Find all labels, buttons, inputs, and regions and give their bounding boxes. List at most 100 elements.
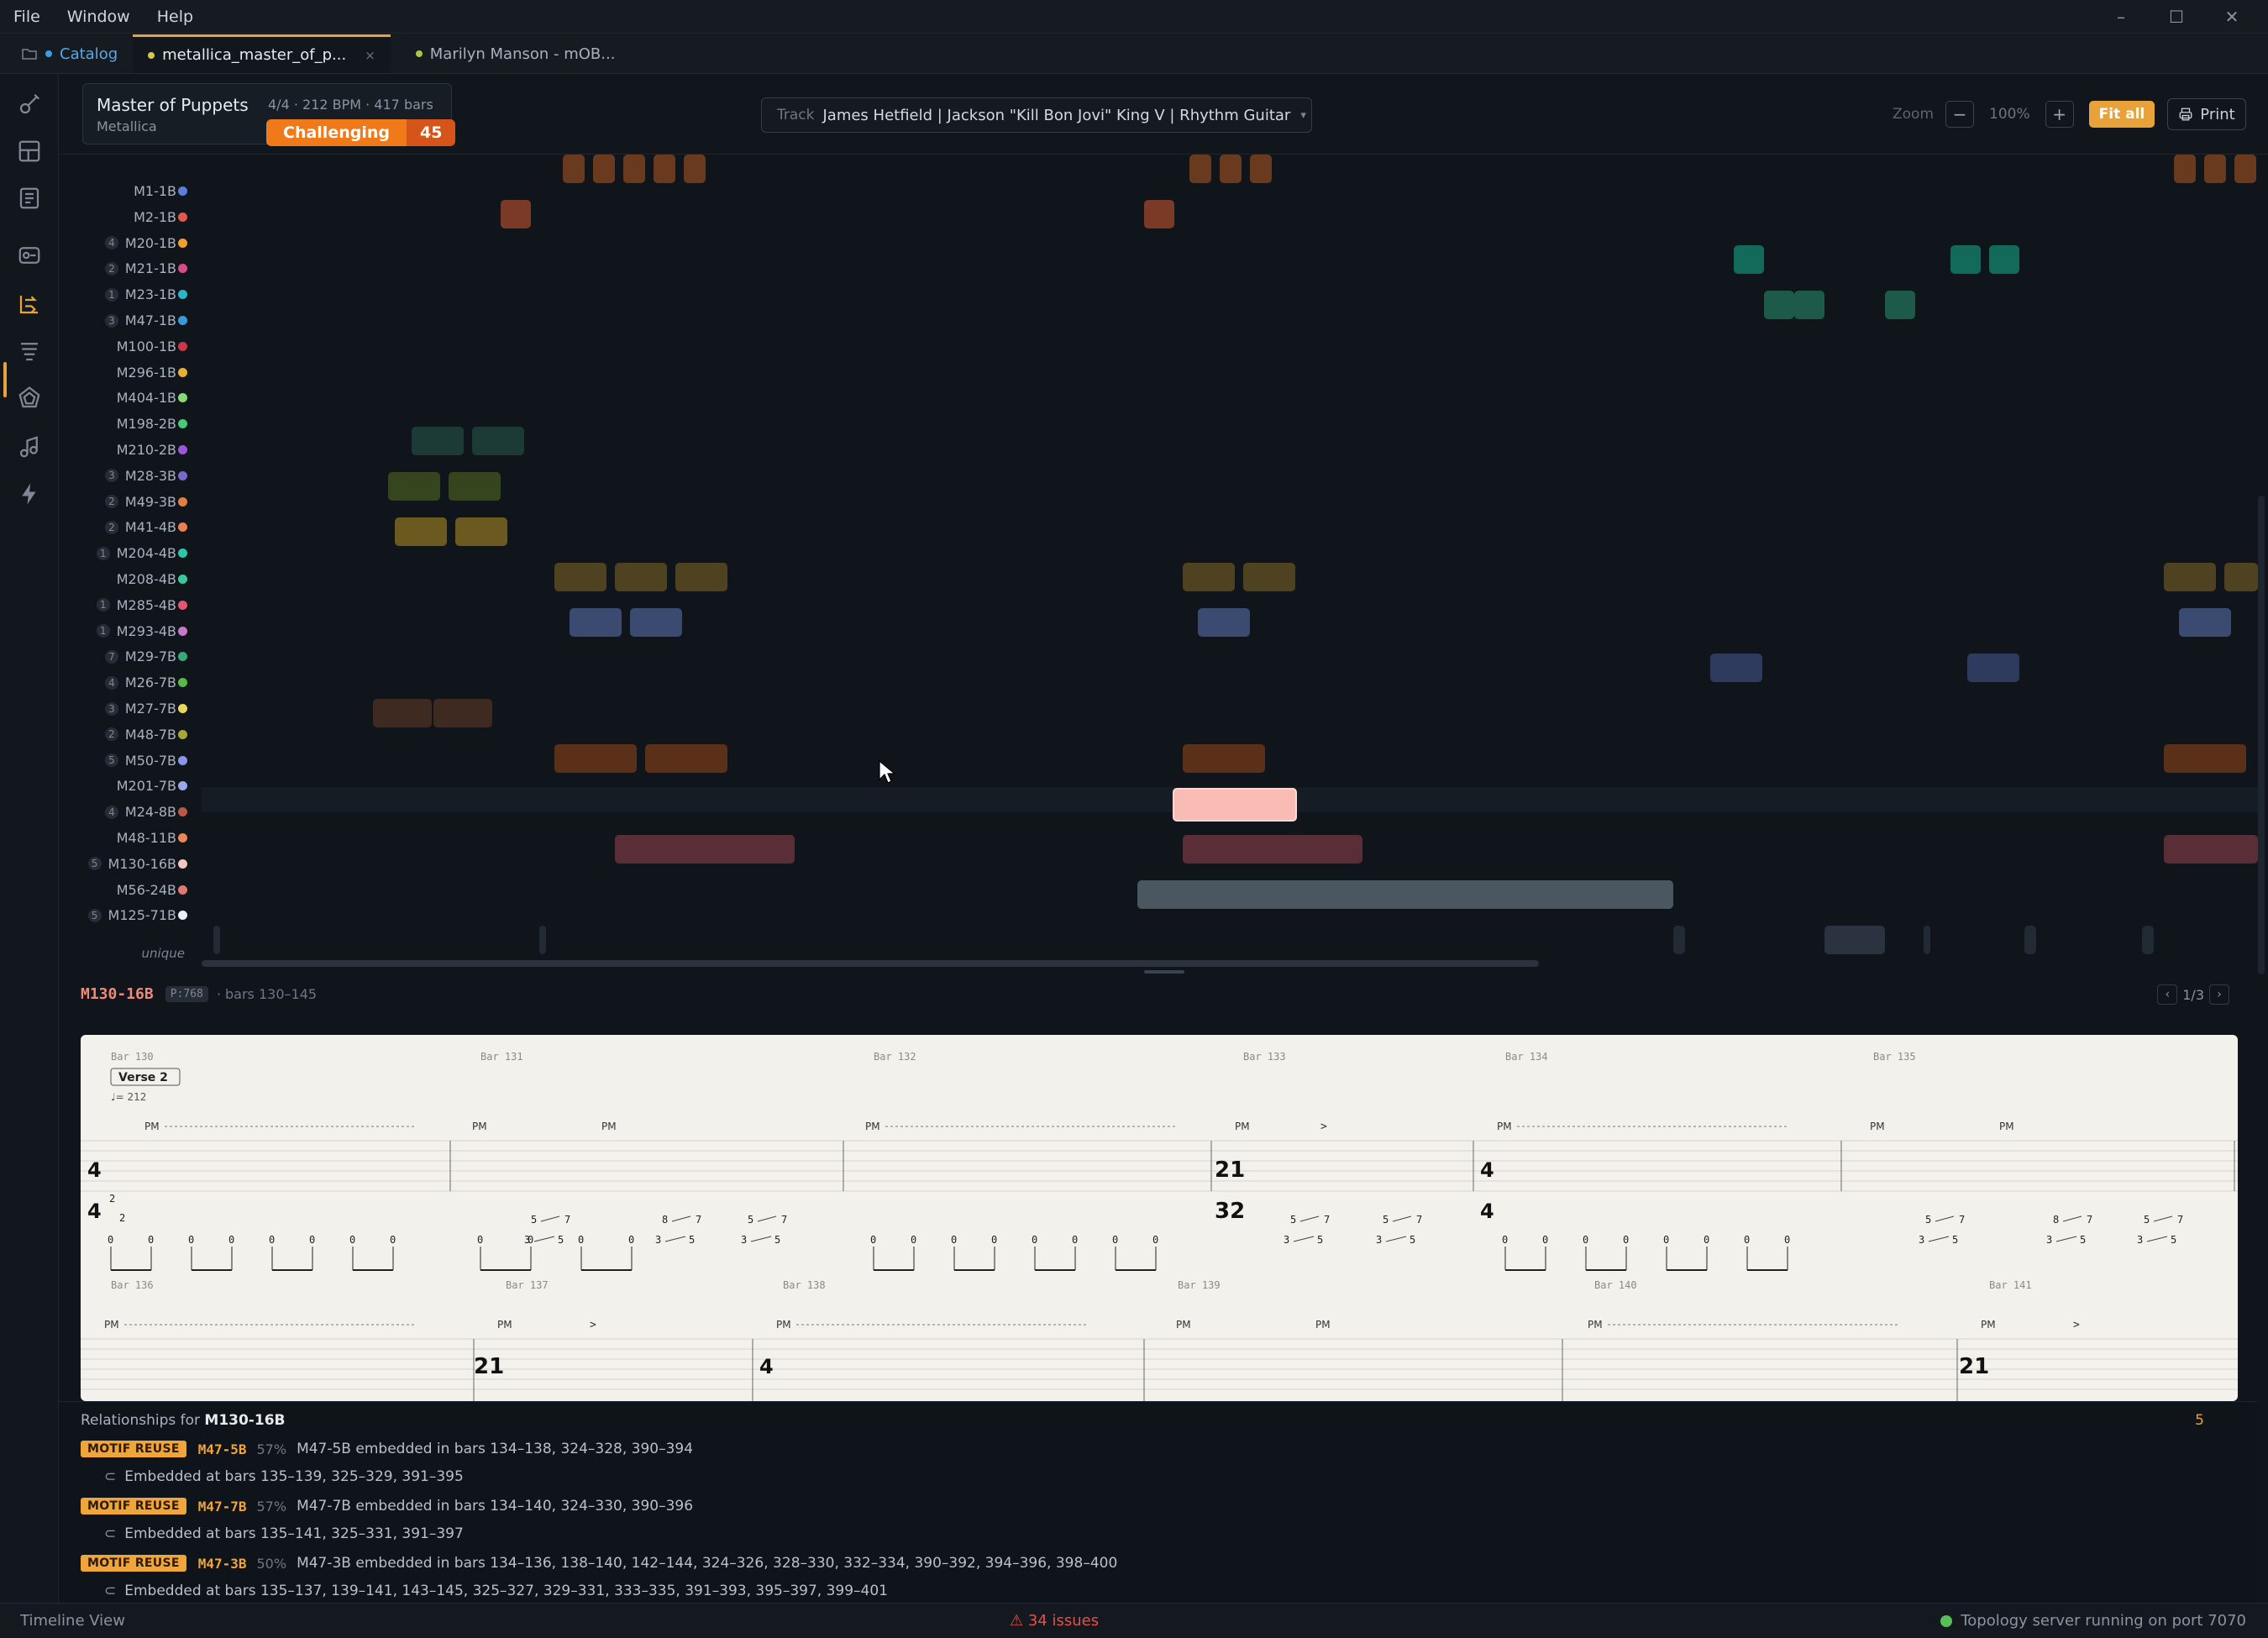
prev-occurrence-button[interactable]: ‹ xyxy=(2157,984,2178,1005)
motif-block[interactable] xyxy=(1220,155,1242,183)
motif-row-label[interactable]: M2-1B xyxy=(59,204,176,230)
motif-block[interactable] xyxy=(1764,291,1794,319)
tab-marilyn-manson[interactable]: Marilyn Manson - mOB... xyxy=(401,34,631,73)
menu-help[interactable]: Help xyxy=(144,0,207,34)
motif-block[interactable] xyxy=(1189,155,1211,183)
motif-block[interactable] xyxy=(412,427,464,455)
motif-row-label[interactable]: 5 M125-71B xyxy=(59,902,176,928)
horizontal-scrollbar[interactable] xyxy=(202,960,1539,967)
relationship-motif-id[interactable]: M47-5B xyxy=(198,1441,247,1457)
rail-bolt-icon[interactable] xyxy=(13,477,46,511)
motif-block[interactable] xyxy=(570,608,622,637)
motif-block[interactable] xyxy=(615,563,667,591)
motif-row-label[interactable]: 4 M24-8B xyxy=(59,799,176,825)
tab-close-icon[interactable]: × xyxy=(365,48,375,63)
motif-block[interactable] xyxy=(1183,835,1362,864)
panel-splitter-handle[interactable] xyxy=(1144,970,1184,974)
motif-row-label[interactable]: M1-1B xyxy=(59,178,176,204)
rail-radar-icon[interactable] xyxy=(13,381,46,415)
motif-block[interactable] xyxy=(1967,654,2019,682)
relationship-item[interactable]: MOTIF REUSE M47-5B 57% M47-5B embedded i… xyxy=(81,1437,693,1461)
motif-row-label[interactable]: M201-7B xyxy=(59,773,176,799)
motif-block[interactable] xyxy=(373,699,432,727)
relationship-motif-id[interactable]: M47-7B xyxy=(198,1499,247,1515)
motif-row-label[interactable]: 2 M48-7B xyxy=(59,722,176,748)
motif-row-label[interactable]: M56-24B xyxy=(59,877,176,903)
close-window-button[interactable]: ✕ xyxy=(2204,7,2260,27)
print-button[interactable]: Print xyxy=(2167,98,2246,130)
menu-file[interactable]: File xyxy=(0,0,54,34)
motif-block[interactable] xyxy=(1794,291,1824,319)
rail-timeline-icon[interactable] xyxy=(13,287,46,321)
motif-row-label[interactable]: 1 M285-4B xyxy=(59,592,176,618)
motif-block[interactable] xyxy=(1950,245,1981,274)
rail-music-icon[interactable] xyxy=(13,430,46,464)
motif-block[interactable] xyxy=(1137,880,1673,909)
next-occurrence-button[interactable]: › xyxy=(2209,984,2229,1005)
rail-toggle-icon[interactable] xyxy=(13,239,46,272)
motif-block[interactable] xyxy=(1885,291,1915,319)
motif-block[interactable] xyxy=(1989,245,2019,274)
motif-block[interactable] xyxy=(2179,608,2231,637)
motif-row-label[interactable]: 3 M47-1B xyxy=(59,307,176,333)
motif-block[interactable] xyxy=(645,744,727,773)
motif-block[interactable] xyxy=(2164,744,2246,773)
relationship-item[interactable]: MOTIF REUSE M47-7B 57% M47-7B embedded i… xyxy=(81,1494,693,1518)
selected-motif-block[interactable] xyxy=(1173,788,1297,822)
motif-row-label[interactable]: 3 M27-7B xyxy=(59,696,176,722)
motif-block[interactable] xyxy=(554,563,606,591)
motif-block[interactable] xyxy=(2234,155,2256,183)
zoom-in-button[interactable]: + xyxy=(2045,101,2074,128)
fit-all-button[interactable]: Fit all xyxy=(2088,101,2155,128)
motif-block[interactable] xyxy=(1710,654,1762,682)
minimize-button[interactable]: – xyxy=(2093,7,2149,27)
motif-row-label[interactable]: 1 M23-1B xyxy=(59,281,176,307)
motif-block[interactable] xyxy=(449,472,501,501)
motif-block[interactable] xyxy=(1243,563,1295,591)
relationship-item[interactable]: MOTIF REUSE M47-3B 50% M47-3B embedded i… xyxy=(81,1551,1117,1575)
motif-block[interactable] xyxy=(1734,245,1764,274)
motif-block[interactable] xyxy=(593,155,615,183)
motif-block[interactable] xyxy=(654,155,675,183)
rail-document-icon[interactable] xyxy=(13,181,46,215)
motif-block[interactable] xyxy=(684,155,706,183)
issues-indicator[interactable]: ⚠ 34 issues xyxy=(1010,1612,1099,1630)
motif-block[interactable] xyxy=(1144,200,1174,228)
tab-catalog[interactable]: Catalog xyxy=(0,34,133,73)
motif-row-label[interactable]: 1 M293-4B xyxy=(59,618,176,644)
motif-block[interactable] xyxy=(433,699,492,727)
motif-row-label[interactable]: 5 M130-16B xyxy=(59,851,176,877)
motif-block[interactable] xyxy=(2204,155,2226,183)
rail-dashboard-icon[interactable] xyxy=(13,134,46,168)
motif-row-label[interactable]: M296-1B xyxy=(59,360,176,386)
motif-block[interactable] xyxy=(1183,744,1265,773)
motif-row-label[interactable]: M48-11B xyxy=(59,825,176,851)
motif-row-label[interactable]: 1 M204-4B xyxy=(59,540,176,566)
track-selector[interactable]: Track James Hetfield | Jackson "Kill Bon… xyxy=(761,97,1312,133)
motif-block[interactable] xyxy=(2224,563,2258,591)
motif-block[interactable] xyxy=(388,472,440,501)
zoom-out-button[interactable]: − xyxy=(1945,101,1975,128)
motif-block[interactable] xyxy=(1198,608,1250,637)
motif-block[interactable] xyxy=(630,608,682,637)
rail-guitar-icon[interactable] xyxy=(13,87,46,121)
motif-block[interactable] xyxy=(2164,563,2216,591)
motif-row-label[interactable]: M208-4B xyxy=(59,566,176,592)
motif-row-label[interactable]: 2 M49-3B xyxy=(59,489,176,515)
motif-block[interactable] xyxy=(395,517,447,546)
motif-block[interactable] xyxy=(501,200,531,228)
motif-row-label[interactable]: 4 M26-7B xyxy=(59,669,176,696)
motif-row-label[interactable]: 3 M28-3B xyxy=(59,463,176,489)
motif-row-label[interactable]: M100-1B xyxy=(59,333,176,360)
motif-row-label[interactable]: 2 M21-1B xyxy=(59,255,176,281)
tab-metallica[interactable]: metallica_master_of_p... × xyxy=(133,34,391,73)
motif-block[interactable] xyxy=(455,517,507,546)
motif-block[interactable] xyxy=(472,427,524,455)
motif-block[interactable] xyxy=(675,563,727,591)
vertical-scrollbar[interactable] xyxy=(2258,496,2265,974)
motif-block[interactable] xyxy=(2164,835,2258,864)
motif-block[interactable] xyxy=(2174,155,2196,183)
motif-row-label[interactable]: M198-2B xyxy=(59,411,176,437)
motif-block[interactable] xyxy=(623,155,645,183)
motif-block[interactable] xyxy=(1250,155,1272,183)
